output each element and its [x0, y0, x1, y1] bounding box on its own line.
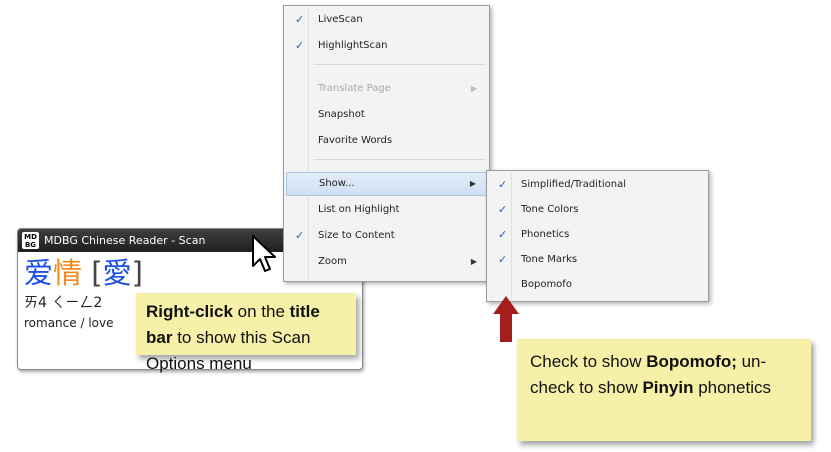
submenu-item-bopomofo[interactable]: Bopomofo — [489, 274, 706, 296]
callout-text: phonetics — [693, 378, 771, 397]
check-icon: ✓ — [295, 13, 305, 26]
logo-bottom-text: BG — [24, 240, 37, 249]
bracket-close: ] — [131, 256, 143, 290]
bracket-open: [ — [91, 256, 103, 290]
menu-separator — [314, 159, 485, 160]
callout-bold-text: Bopomofo; — [646, 352, 737, 371]
show-submenu: ✓ Simplified/Traditional ✓ Tone Colors ✓… — [486, 170, 709, 302]
check-icon: ✓ — [498, 203, 508, 216]
logo-top-text: MD — [24, 232, 37, 241]
mouse-pointer-icon — [252, 235, 276, 272]
menu-item-size-to-content[interactable]: ✓ Size to Content — [286, 225, 487, 247]
check-icon: ✓ — [498, 253, 508, 266]
hanzi-qing: 情 — [53, 256, 83, 290]
callout-bold-text: Pinyin — [642, 378, 694, 397]
menu-item-label: Show... — [319, 178, 355, 189]
menu-item-label: Favorite Words — [318, 135, 393, 146]
submenu-item-label: Simplified/Traditional — [521, 179, 627, 190]
check-icon: ✓ — [295, 39, 305, 52]
menu-item-favorite-words[interactable]: Favorite Words — [286, 130, 487, 152]
menu-item-livescan[interactable]: ✓ LiveScan — [286, 9, 487, 31]
check-icon: ✓ — [498, 228, 508, 241]
submenu-item-label: Tone Marks — [521, 254, 578, 265]
menu-item-label: List on Highlight — [318, 204, 400, 215]
menu-item-snapshot[interactable]: Snapshot — [286, 104, 487, 126]
menu-item-list-on-highlight[interactable]: List on Highlight — [286, 199, 487, 221]
callout-text: Check to show — [530, 352, 647, 371]
menu-item-label: LiveScan — [318, 14, 363, 25]
menu-item-highlightscan[interactable]: ✓ HighlightScan — [286, 35, 487, 57]
submenu-item-phonetics[interactable]: ✓ Phonetics — [489, 224, 706, 246]
menu-item-label: HighlightScan — [318, 40, 388, 51]
title-bar-callout: Right-click on the title bar to show thi… — [136, 293, 356, 373]
submenu-item-tone-colors[interactable]: ✓ Tone Colors — [489, 199, 706, 221]
menu-item-label: Translate Page — [318, 83, 391, 94]
menu-item-label: Zoom — [318, 256, 347, 267]
submenu-arrow-icon: ▶ — [470, 84, 477, 93]
menu-item-label: Size to Content — [318, 230, 395, 241]
menu-item-zoom[interactable]: Zoom ▶ — [286, 251, 487, 273]
hanzi-traditional: 愛 — [102, 256, 132, 290]
submenu-item-tone-marks[interactable]: ✓ Tone Marks — [489, 249, 706, 271]
pointer-arrow-icon — [493, 296, 519, 342]
mdbg-logo-icon: MD BG — [22, 232, 39, 249]
callout-text: on the — [232, 302, 290, 321]
submenu-arrow-icon: ▶ — [470, 257, 477, 266]
callout-bold-text: Right-click — [146, 302, 233, 321]
menu-item-show[interactable]: Show... ▶ — [286, 172, 487, 196]
submenu-arrow-icon: ▶ — [469, 179, 476, 188]
hanzi-ai: 爱 — [24, 256, 54, 290]
submenu-item-simplified-traditional[interactable]: ✓ Simplified/Traditional — [489, 174, 706, 196]
menu-separator — [314, 64, 485, 65]
check-icon: ✓ — [498, 178, 508, 191]
bopomofo-callout: Check to show Bopomofo; un-check to show… — [517, 339, 811, 441]
submenu-item-label: Phonetics — [521, 229, 570, 240]
scan-window-title: MDBG Chinese Reader - Scan — [44, 234, 206, 247]
scan-options-menu: ✓ LiveScan ✓ HighlightScan Translate Pag… — [283, 5, 490, 282]
submenu-item-label: Tone Colors — [521, 204, 579, 215]
check-icon: ✓ — [295, 229, 305, 242]
menu-item-translate-page[interactable]: Translate Page ▶ — [286, 78, 487, 100]
submenu-item-label: Bopomofo — [521, 279, 572, 290]
menu-item-label: Snapshot — [318, 109, 365, 120]
